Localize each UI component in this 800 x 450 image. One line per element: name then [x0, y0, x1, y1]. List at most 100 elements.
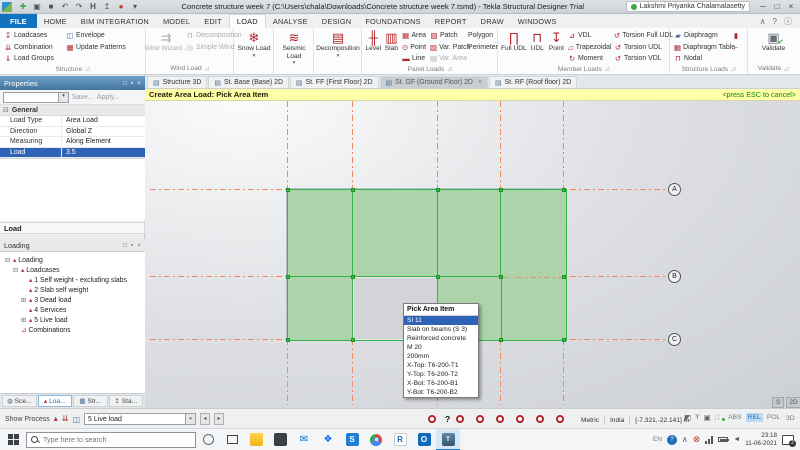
revit-icon[interactable]: R: [388, 429, 412, 450]
property-row-load-type[interactable]: Load Type Area Load: [0, 116, 145, 127]
notification-center-icon[interactable]: 2: [782, 434, 796, 447]
load-groups-button[interactable]: ⇓ Load Groups: [3, 53, 63, 65]
structure-launcher-icon[interactable]: ◿: [85, 66, 89, 72]
var-area-load-button[interactable]: ▤ Var. Area: [429, 53, 467, 65]
ribbon-tab-home[interactable]: HOME: [37, 14, 74, 28]
wind-launcher-icon[interactable]: ◿: [205, 66, 209, 72]
axis-icon[interactable]: Y: [695, 414, 700, 421]
pick-menu-item[interactable]: M 20: [404, 343, 478, 352]
units-label[interactable]: Metric: [581, 417, 599, 424]
ribbon-tab-foundations[interactable]: FOUNDATIONS: [358, 14, 427, 28]
temperature-load-button[interactable]: ▮: [731, 30, 743, 42]
language-indicator[interactable]: EN: [653, 436, 662, 443]
diaphragm-table-button[interactable]: ▦ Diaphragm Table: [673, 42, 735, 54]
torsion-udl-button[interactable]: ↺ Torsion UDL: [613, 42, 667, 54]
maximize-button[interactable]: □: [770, 2, 784, 11]
app-s-icon[interactable]: S: [340, 429, 364, 450]
apply-preset-button[interactable]: Apply...: [97, 94, 120, 101]
view-tab-st-gf-ground-floor-2d[interactable]: ▤ St. GF (Ground Floor) 2D ×: [379, 76, 488, 88]
mode-abs[interactable]: ABS: [726, 413, 744, 422]
pick-menu-item[interactable]: Reinforced concrete: [404, 334, 478, 343]
trapezoidal-button[interactable]: ▱ Trapezoidal: [567, 42, 612, 54]
ribbon-tab-windows[interactable]: WINDOWS: [511, 14, 564, 28]
properties-pin-icon[interactable]: ▪: [131, 80, 133, 87]
pick-menu-item-selected[interactable]: SI 11: [404, 316, 478, 325]
tree-loadcase-2[interactable]: ▴ 2 Slab self weight: [4, 285, 145, 295]
slab-button[interactable]: ▥ Slab: [384, 30, 399, 53]
minimize-button[interactable]: ─: [756, 2, 770, 11]
start-button[interactable]: [0, 434, 26, 445]
dock-tab-sce[interactable]: ◍ Sce...: [2, 395, 37, 407]
tray-clock[interactable]: 23:18 11-06-2021: [745, 432, 777, 448]
property-row-measuring[interactable]: Measuring Along Element: [0, 137, 145, 148]
open-folder-icon[interactable]: ▣: [32, 2, 42, 11]
pick-menu-item[interactable]: 200mm: [404, 352, 478, 361]
file-explorer-icon[interactable]: [244, 429, 268, 450]
pick-menu-item[interactable]: Y-Bot: T6-200-B2: [404, 388, 478, 397]
mode-rel[interactable]: REL: [745, 413, 763, 422]
settlement-load-button[interactable]: ⌐: [731, 42, 743, 54]
property-value[interactable]: Global Z: [62, 127, 145, 137]
validate-button[interactable]: ▣ ✔ Validate: [762, 30, 785, 53]
ribbon-tab-analyse[interactable]: ANALYSE: [266, 14, 315, 28]
nodal-button[interactable]: Π Nodal: [673, 53, 729, 65]
tree-combinations[interactable]: ⊿ Combinations: [4, 325, 145, 335]
tree-expander-icon[interactable]: ⊞: [20, 296, 27, 304]
pick-menu-item[interactable]: X-Top: T6-200-T1: [404, 361, 478, 370]
tree-loadcase-1[interactable]: ▴ 1 Self weight - excluding slabs: [4, 275, 145, 285]
tree-expander-icon[interactable]: ⊟: [4, 256, 11, 264]
section-expander-icon[interactable]: ⊟: [3, 106, 9, 114]
load-window-header[interactable]: Load: [0, 222, 145, 234]
view-tab-st-base-base-2d[interactable]: ▤ St. Base (Base) 2D: [208, 76, 289, 88]
update-patterns-button[interactable]: ▦ Update Patterns: [65, 42, 143, 54]
close-button[interactable]: ×: [784, 2, 798, 11]
ribbon-help-icon[interactable]: ?: [773, 17, 777, 26]
full-udl-button[interactable]: ∏ Full UDL: [501, 30, 527, 53]
ribbon-tab-model[interactable]: MODEL: [156, 14, 197, 28]
taskbar-search[interactable]: [26, 431, 196, 448]
mode-pol[interactable]: POL: [765, 413, 783, 422]
store-icon[interactable]: [268, 429, 292, 450]
properties-close-icon[interactable]: ×: [137, 80, 141, 87]
loading-restore-icon[interactable]: □: [123, 242, 127, 249]
view-tab-st-ff-first-floor-2d[interactable]: ▤ St. FF (First Floor) 2D: [289, 76, 379, 88]
redo-icon[interactable]: ↷: [74, 2, 84, 11]
canvas-2d-button[interactable]: 2D: [786, 397, 800, 408]
member-point-load-button[interactable]: ↧ Point: [548, 30, 565, 53]
network-icon[interactable]: [705, 435, 714, 444]
torsion-full-udl-button[interactable]: ↺ Torsion Full UDL: [613, 30, 673, 42]
patch-load-button[interactable]: ▨ Patch: [429, 30, 465, 42]
new-file-icon[interactable]: ✚: [18, 2, 28, 11]
dropbox-icon[interactable]: ❖: [316, 429, 340, 450]
view-tab-st-rf-roof-floor-2d[interactable]: ▤ St. RF (Roof floor) 2D: [488, 76, 578, 88]
combination-view-icon[interactable]: ⇊: [62, 415, 69, 423]
view-tab-structure-3d[interactable]: ▤ Structure 3D: [147, 76, 208, 88]
properties-panel-titlebar[interactable]: Properties □ ▪ ×: [0, 76, 145, 90]
undo-icon[interactable]: ↶: [60, 2, 70, 11]
loadcase-combo-caret-icon[interactable]: ▾: [185, 414, 196, 424]
ribbon-tab-report[interactable]: REPORT: [428, 14, 474, 28]
moment-button[interactable]: ↻ Moment: [567, 53, 611, 65]
search-input[interactable]: [43, 435, 173, 444]
envelope-view-icon[interactable]: ◫: [72, 415, 80, 424]
validate-launcher-icon[interactable]: ◿: [784, 66, 788, 72]
prev-loadcase-button[interactable]: ◂: [200, 413, 211, 425]
select-mode-icon[interactable]: ◩: [684, 413, 691, 422]
tray-globe-icon[interactable]: ?: [666, 434, 677, 445]
tree-loadcases[interactable]: ⊟ ▴ Loadcases: [4, 265, 145, 275]
pick-menu-item[interactable]: X-Bot: T6-200-B1: [404, 379, 478, 388]
volume-icon[interactable]: ◄: [733, 436, 740, 443]
pick-menu-item[interactable]: Slab on beams (S 3): [404, 325, 478, 334]
loading-close-icon[interactable]: ×: [137, 242, 141, 249]
mode-3d[interactable]: 3D: [786, 415, 795, 422]
envelope-button[interactable]: ◫ Envelope: [65, 30, 143, 42]
h-tool-icon[interactable]: H: [88, 2, 98, 11]
tray-alert-icon[interactable]: ⊗: [693, 434, 701, 445]
image-icon[interactable]: ▣: [704, 413, 711, 422]
var-patch-load-button[interactable]: ▧ Var. Patch: [429, 42, 470, 54]
point-load-button[interactable]: ⊙ Point: [401, 42, 427, 54]
drawing-canvas[interactable]: A B C Pick Area Item SI 11 Slab on beams…: [145, 101, 800, 408]
area-load-button[interactable]: ▦ Area: [401, 30, 427, 42]
properties-preset-combo[interactable]: ▾: [3, 91, 69, 103]
battery-icon[interactable]: [718, 437, 730, 442]
